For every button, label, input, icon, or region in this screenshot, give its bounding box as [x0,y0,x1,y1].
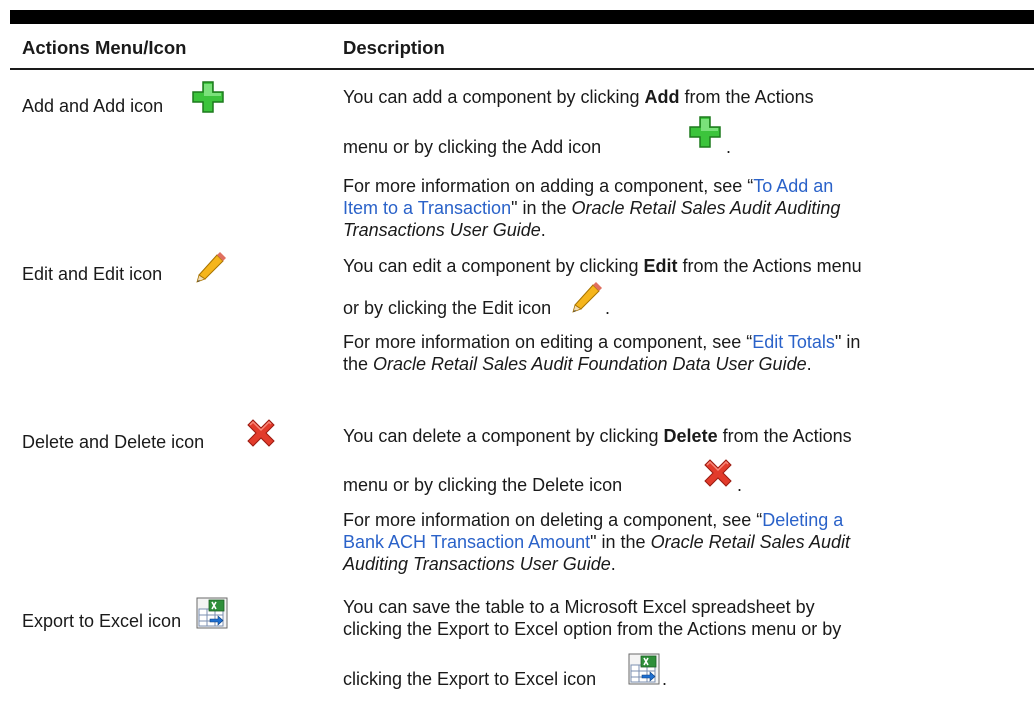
edit-pencil-icon [572,282,602,313]
link-edit-totals[interactable]: Edit Totals [752,332,835,352]
row-export-name: Export to Excel icon [22,611,182,631]
row-edit-desc-period: . [605,298,611,318]
row-delete-more-line3: Auditing Transactions User Guide. [343,554,616,574]
row-export-desc-line3: clicking the Export to Excel icon [343,669,597,689]
table-top-rule [10,10,1034,24]
row-add-more-line3: Transactions User Guide. [343,220,546,240]
delete-x-icon [704,459,732,487]
row-delete-desc-line2: menu or by clicking the Delete icon [343,475,623,495]
row-export-desc-line1: You can save the table to a Microsoft Ex… [343,597,815,617]
row-add-desc-period: . [726,137,732,157]
link-deleting-bank-ach[interactable]: Deleting a [762,510,843,530]
row-edit-desc-line1: You can edit a component by clicking Edi… [343,256,862,276]
row-delete-desc-period: . [737,475,743,495]
row-add-name: Add and Add icon [22,96,164,116]
link-deleting-bank-ach-cont[interactable]: Bank ACH Transaction Amount [343,532,590,552]
delete-x-icon [247,419,275,447]
header-rule [10,68,1034,70]
edit-pencil-icon [196,252,226,283]
row-add-desc-line2: menu or by clicking the Add icon [343,137,602,157]
row-add-desc-line1: You can add a component by clicking Add … [343,87,814,107]
row-add-more-line1: For more information on adding a compone… [343,176,834,196]
row-export-desc-period: . [662,669,668,689]
row-edit-more-line2: the Oracle Retail Sales Audit Foundation… [343,354,812,374]
row-delete-desc-line1: You can delete a component by clicking D… [343,426,852,446]
add-icon [689,116,721,148]
row-edit-more-line1: For more information on editing a compon… [343,332,861,352]
row-delete-more-line1: For more information on deleting a compo… [343,510,844,530]
row-edit-name: Edit and Edit icon [22,264,163,284]
export-excel-icon [196,597,228,629]
row-edit-desc-line2: or by clicking the Edit icon [343,298,552,318]
column-header-actions: Actions Menu/Icon [22,37,187,58]
link-to-add-item[interactable]: To Add an [753,176,833,196]
row-export-desc-line2: clicking the Export to Excel option from… [343,619,842,639]
export-excel-icon [628,653,660,685]
row-delete-more-line2: Bank ACH Transaction Amount" in the Orac… [343,532,851,552]
link-to-add-item-cont[interactable]: Item to a Transaction [343,198,511,218]
row-add-more-line2: Item to a Transaction" in the Oracle Ret… [343,198,841,218]
column-header-description: Description [343,37,445,58]
add-icon [192,81,224,113]
row-delete-name: Delete and Delete icon [22,432,205,452]
